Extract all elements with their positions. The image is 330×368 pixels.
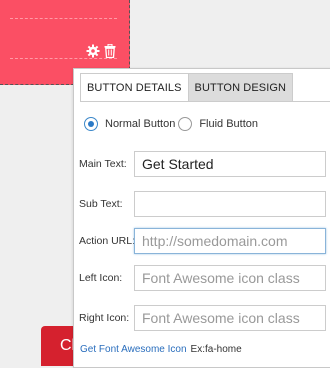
element-toolbar bbox=[86, 43, 116, 59]
action-url-label: Action URL: bbox=[79, 235, 136, 247]
right-icon-row: Right Icon: bbox=[79, 305, 329, 331]
main-text-row: Main Text: bbox=[79, 151, 329, 177]
tab-bar: BUTTON DETAILS BUTTON DESIGN bbox=[80, 73, 294, 102]
dashed-guide bbox=[10, 18, 117, 19]
left-icon-label: Left Icon: bbox=[79, 272, 123, 284]
fluid-button-radio[interactable] bbox=[178, 117, 193, 131]
sub-text-input[interactable] bbox=[134, 191, 326, 217]
left-icon-input[interactable] bbox=[134, 265, 326, 291]
main-text-label: Main Text: bbox=[79, 158, 127, 170]
sub-text-label: Sub Text: bbox=[79, 198, 123, 210]
tab-button-design[interactable]: BUTTON DESIGN bbox=[188, 73, 294, 102]
tab-button-details[interactable]: BUTTON DETAILS bbox=[80, 73, 189, 102]
left-icon-row: Left Icon: bbox=[79, 265, 329, 291]
action-url-input[interactable] bbox=[134, 228, 326, 254]
fluid-button-label[interactable]: Fluid Button bbox=[199, 118, 258, 130]
tab-divider bbox=[80, 101, 330, 102]
sub-text-row: Sub Text: bbox=[79, 191, 329, 217]
icon-help: Get Font Awesome Icon Ex:fa-home bbox=[80, 344, 242, 355]
normal-button-label[interactable]: Normal Button bbox=[105, 118, 175, 130]
gear-icon[interactable] bbox=[86, 44, 100, 58]
main-text-input[interactable] bbox=[134, 151, 326, 177]
trash-icon[interactable] bbox=[104, 44, 116, 58]
button-settings-popup: BUTTON DETAILS BUTTON DESIGN Normal Butt… bbox=[73, 68, 330, 368]
right-icon-label: Right Icon: bbox=[79, 312, 130, 324]
font-awesome-link[interactable]: Get Font Awesome Icon bbox=[80, 344, 187, 355]
right-icon-input[interactable] bbox=[134, 305, 326, 331]
icon-example: Ex:fa-home bbox=[190, 344, 242, 355]
normal-button-radio[interactable] bbox=[84, 117, 98, 131]
button-style-options: Normal Button Fluid Button bbox=[84, 117, 258, 131]
action-url-row: Action URL: bbox=[79, 228, 329, 254]
